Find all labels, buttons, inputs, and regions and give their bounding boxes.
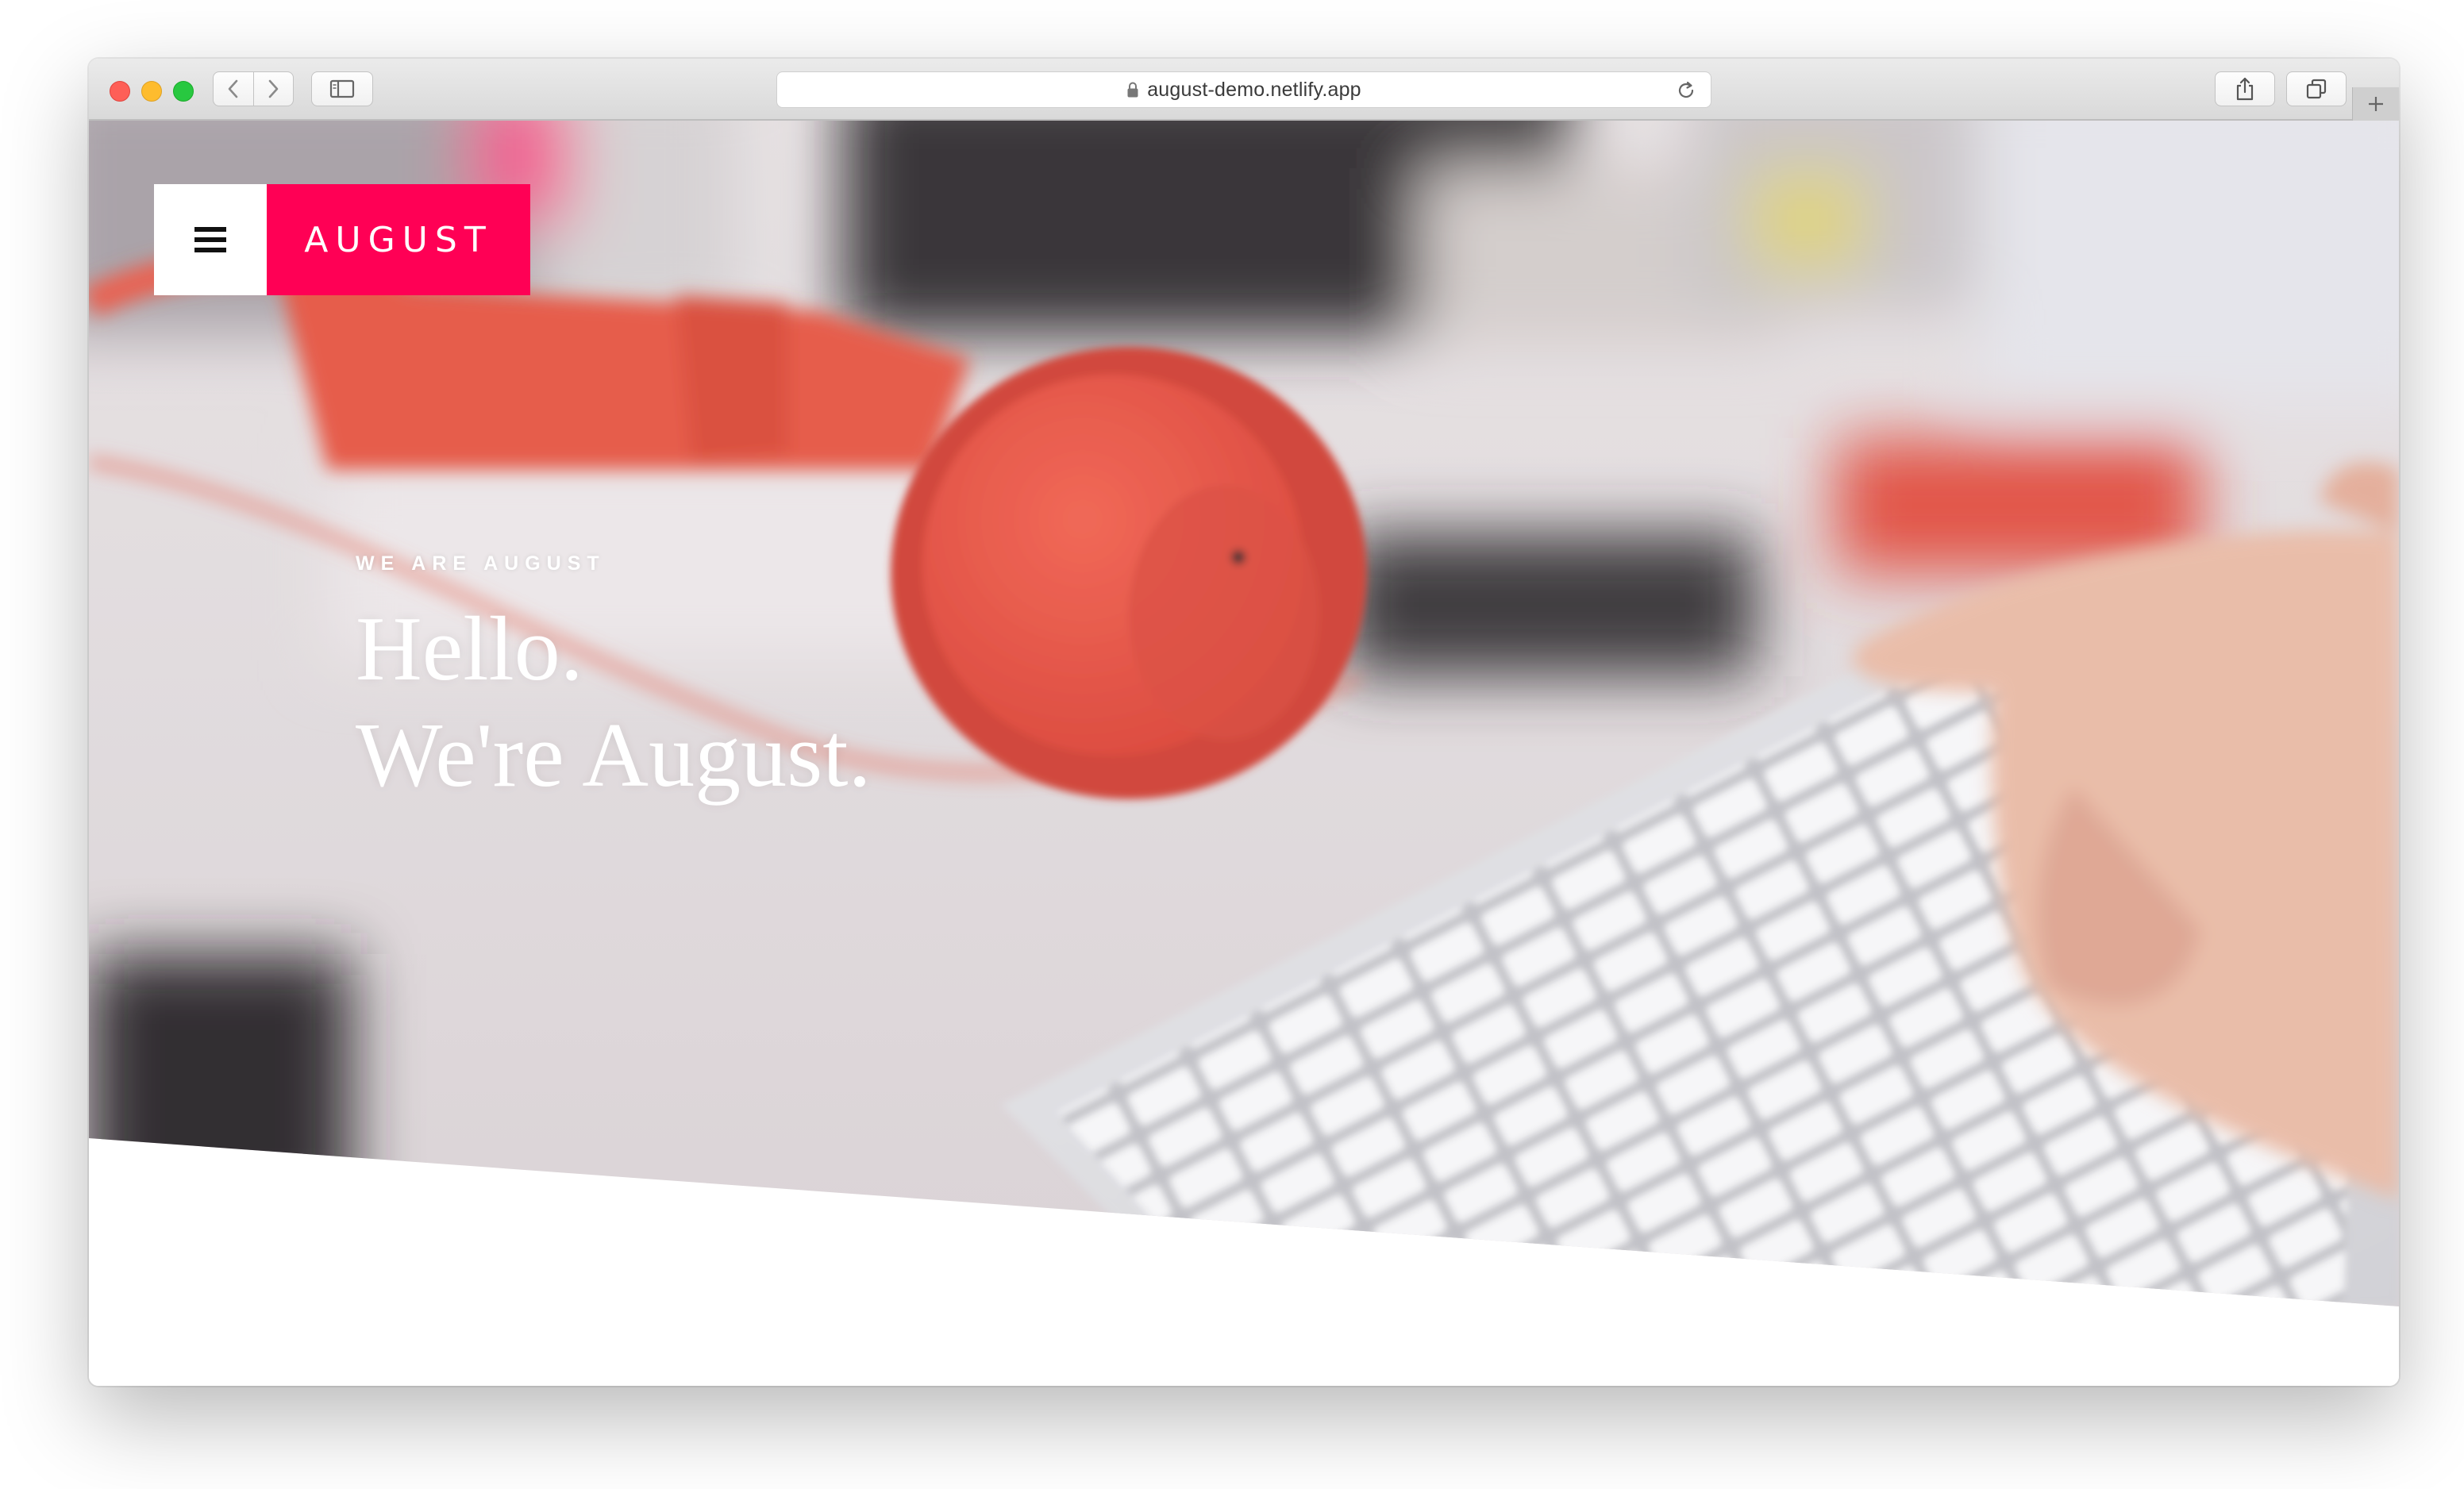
lock-icon <box>1127 82 1138 98</box>
chevron-left-icon <box>228 79 238 98</box>
hamburger-icon <box>194 227 226 252</box>
plus-icon <box>2369 97 2383 111</box>
brand-logo[interactable]: AUGUST <box>267 184 530 295</box>
reload-icon[interactable] <box>1674 79 1698 102</box>
navigation-buttons <box>213 71 294 106</box>
minimize-window-button[interactable] <box>141 81 162 102</box>
address-bar[interactable]: august-demo.netlify.app <box>776 71 1711 108</box>
tabs-overview-icon <box>2306 79 2327 99</box>
chevron-right-icon <box>268 79 279 98</box>
hero-headline: Hello. We're August. <box>356 596 871 809</box>
web-page: WE ARE AUGUST Hello. We're August. AUGUS… <box>89 121 2399 1386</box>
menu-button[interactable] <box>154 184 267 295</box>
new-tab-button[interactable] <box>2352 87 2399 121</box>
tab-overview-button[interactable] <box>2286 71 2347 106</box>
sidebar-toggle-button[interactable] <box>311 71 373 106</box>
hero-eyebrow: WE ARE AUGUST <box>356 552 606 575</box>
share-icon <box>2236 77 2254 101</box>
sidebar-icon <box>329 79 355 98</box>
url-text: august-demo.netlify.app <box>1147 78 1361 101</box>
close-window-button[interactable] <box>110 81 130 102</box>
back-button[interactable] <box>214 72 253 106</box>
share-button[interactable] <box>2215 71 2275 106</box>
browser-toolbar: august-demo.netlify.app <box>89 59 2399 121</box>
brand-logo-text: AUGUST <box>304 219 493 260</box>
hero-section: WE ARE AUGUST Hello. We're August. <box>89 121 2399 1306</box>
maximize-window-button[interactable] <box>173 81 194 102</box>
hero-headline-line-2: We're August. <box>356 705 872 806</box>
site-header: AUGUST <box>154 184 530 295</box>
forward-button[interactable] <box>252 72 294 106</box>
browser-window: august-demo.netlify.app WE ARE AUGUST He… <box>89 59 2399 1386</box>
hero-text-block: WE ARE AUGUST Hello. We're August. <box>356 552 871 809</box>
hero-headline-line-1: Hello. <box>356 598 583 700</box>
address-content: august-demo.netlify.app <box>777 72 1711 107</box>
